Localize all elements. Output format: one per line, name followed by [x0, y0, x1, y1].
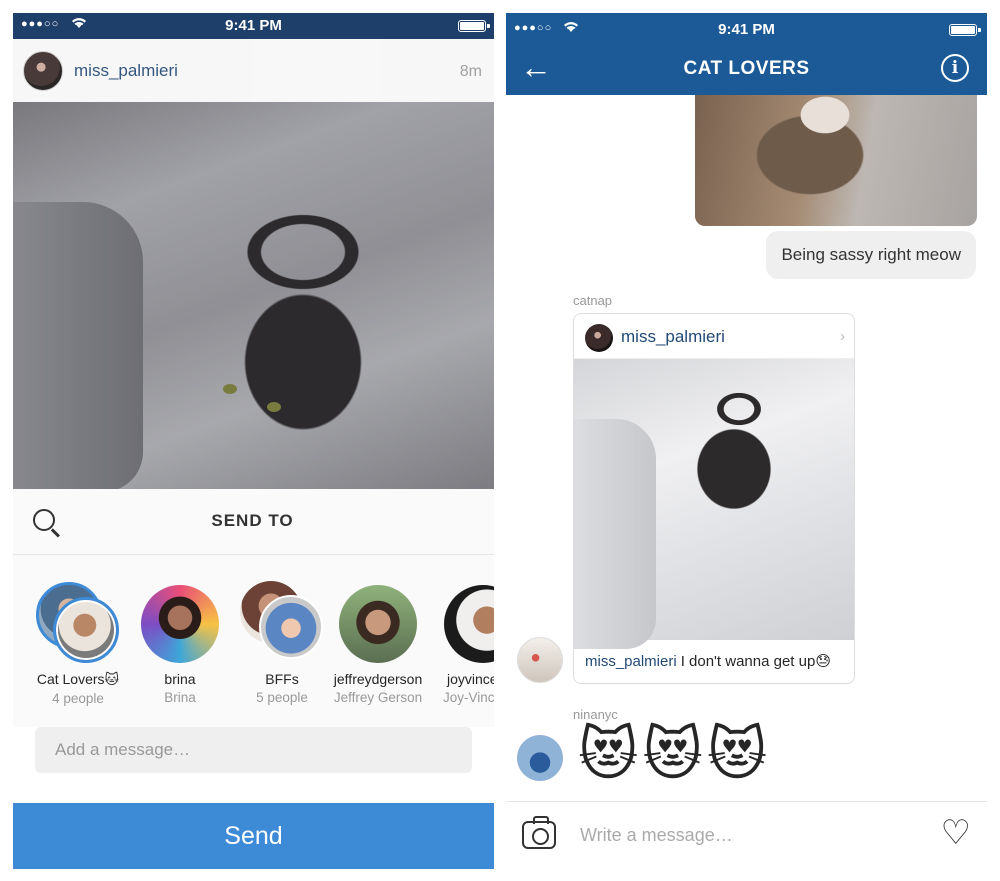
contact-name: brina: [164, 671, 196, 687]
avatar[interactable]: [517, 735, 563, 781]
avatar: [339, 585, 417, 663]
status-time: 9:41 PM: [718, 21, 775, 38]
send-to-header: SEND TO: [13, 489, 494, 555]
avatar[interactable]: [23, 51, 63, 91]
contact-jeffreydgerson[interactable]: jeffreydgerson Jeffrey Gerson: [329, 585, 427, 705]
shared-post-header[interactable]: miss_palmieri ›: [574, 314, 854, 359]
caption-username[interactable]: miss_palmieri: [585, 653, 677, 670]
contact-sub: Brina: [164, 690, 196, 705]
status-time: 9:41 PM: [225, 17, 282, 34]
message-bubble: Being sassy right meow: [766, 231, 976, 279]
avatar: [141, 585, 219, 663]
add-message-input[interactable]: Add a message…: [35, 727, 472, 773]
contact-name: BFFs: [265, 671, 299, 687]
post-header: miss_palmieri 8m: [13, 39, 494, 102]
emoji-message: 😻😻😻: [578, 722, 772, 787]
info-icon[interactable]: i: [941, 54, 969, 82]
shared-post-card[interactable]: miss_palmieri › miss_palmieri I don't wan…: [573, 313, 855, 684]
avatar[interactable]: [517, 637, 563, 683]
contact-sub: 5 people: [256, 690, 308, 705]
bedsheet-fold: [574, 419, 656, 649]
caption-text: I don't wanna get up😓: [680, 653, 831, 670]
avatar: [585, 324, 613, 352]
group-avatar: [36, 582, 119, 663]
contact-joyvince[interactable]: joyvince Joy-Vince: [429, 585, 494, 705]
send-button[interactable]: Send: [13, 803, 494, 869]
shared-post-photo[interactable]: [574, 359, 854, 649]
contacts-row: Cat Lovers🐱 4 people brina Brina BFFs 5 …: [13, 555, 494, 773]
chat-title: CAT LOVERS: [683, 58, 810, 79]
contact-bffs[interactable]: BFFs 5 people: [233, 581, 331, 705]
cat-eye: [267, 402, 281, 412]
contact-sub: 4 people: [52, 691, 104, 706]
sender-name: catnap: [573, 293, 613, 308]
shared-post-username[interactable]: miss_palmieri: [621, 327, 725, 347]
contact-name: jeffreydgerson: [333, 671, 423, 687]
sent-cat-photo[interactable]: [695, 95, 977, 226]
contact-sub: Jeffrey Gerson: [333, 690, 423, 705]
post-username[interactable]: miss_palmieri: [74, 61, 178, 81]
group-avatar: [240, 581, 323, 663]
share-sheet-screen: ●●●○○ 9:41 PM miss_palmieri 8m SEND TO C…: [13, 13, 494, 869]
contact-cat-lovers[interactable]: Cat Lovers🐱 4 people: [29, 582, 127, 706]
camera-icon[interactable]: [522, 816, 556, 849]
status-bar: ●●●○○ 9:41 PM: [13, 13, 494, 39]
sender-name: ninanyc: [573, 707, 618, 722]
avatar: [444, 585, 494, 663]
chevron-right-icon: ›: [840, 328, 845, 345]
battery-icon: [949, 24, 981, 36]
post-photo: [13, 102, 494, 489]
post-time: 8m: [459, 63, 482, 80]
cat-eye: [223, 384, 237, 394]
contact-brina[interactable]: brina Brina: [131, 585, 229, 705]
contact-sub: Joy-Vince: [443, 690, 494, 705]
nav-bar: ●●●○○ 9:41 PM ← CAT LOVERS i: [506, 13, 987, 95]
battery-icon: [458, 20, 490, 32]
contact-name: Cat Lovers🐱: [36, 671, 120, 687]
contact-name: joyvince: [447, 671, 494, 687]
group-chat-screen: ●●●○○ 9:41 PM ← CAT LOVERS i Being sassy…: [506, 13, 987, 869]
shared-post-caption: miss_palmieri I don't wanna get up😓: [574, 639, 854, 683]
compose-bar: Write a message… ♡: [506, 801, 987, 869]
send-to-title: SEND TO: [211, 511, 294, 530]
heart-icon[interactable]: ♡: [941, 816, 971, 850]
write-message-input[interactable]: Write a message…: [580, 825, 733, 846]
bedsheet-fold: [13, 202, 143, 489]
